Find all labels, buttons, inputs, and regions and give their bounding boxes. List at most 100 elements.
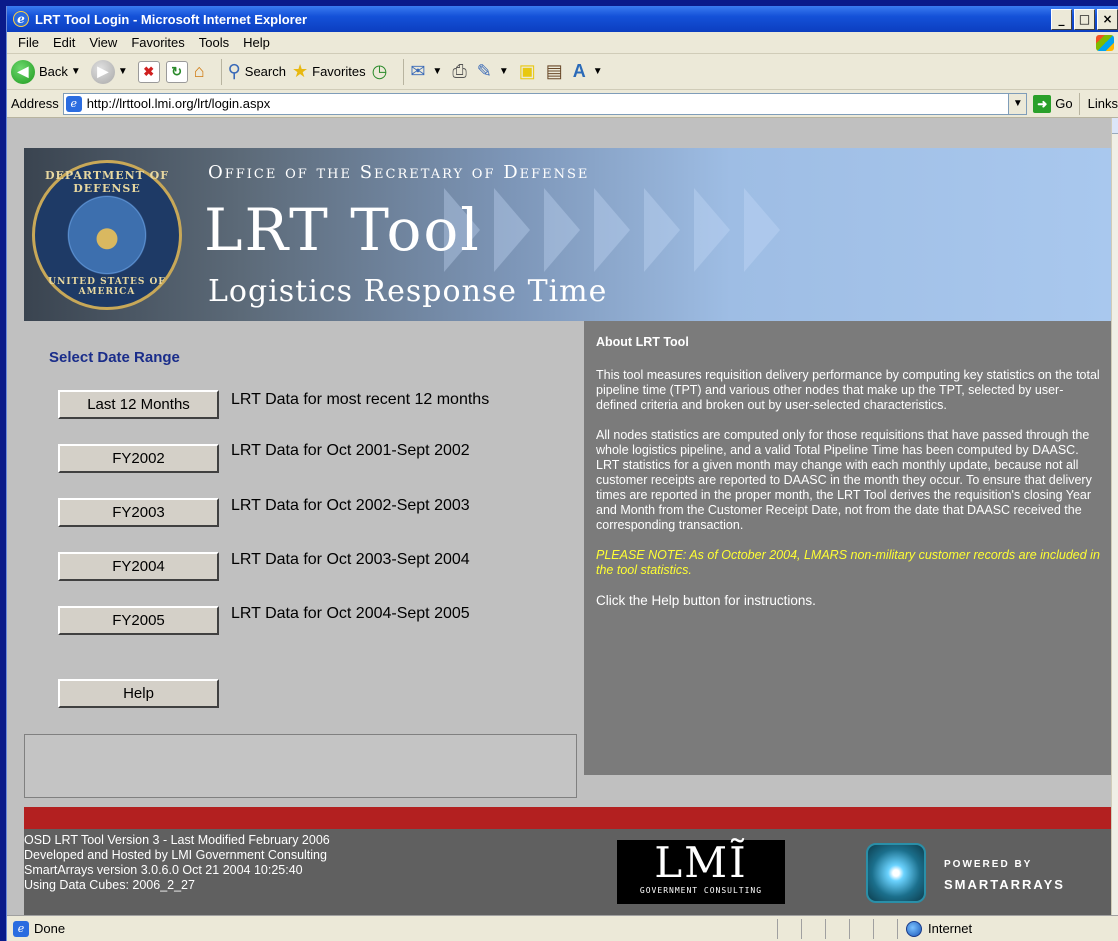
footer-hosted: Developed and Hosted by LMI Government C… <box>24 848 327 862</box>
banner-subtitle: Office of the Secretary of Defense <box>208 162 590 183</box>
mail-button[interactable]: ✉ ▼ <box>410 61 446 82</box>
font-button[interactable]: A ▼ <box>573 61 607 82</box>
font-dropdown-icon[interactable]: ▼ <box>593 66 603 77</box>
zone-label: Internet <box>928 921 973 936</box>
menu-edit[interactable]: Edit <box>46 35 82 50</box>
edit-icon: ✎ <box>476 61 492 81</box>
mail-icon: ✉ <box>410 61 426 81</box>
status-bar: e Done Internet <box>7 915 1118 941</box>
status-cell <box>777 918 801 939</box>
go-label: Go <box>1055 96 1073 111</box>
scroll-up-icon[interactable] <box>1112 118 1118 134</box>
eagle-emblem <box>69 197 145 273</box>
status-text: Done <box>34 921 66 936</box>
fy2004-button[interactable]: FY2004 <box>58 552 219 581</box>
menu-help[interactable]: Help <box>236 35 277 50</box>
chevron-decoration <box>594 188 630 272</box>
about-title: About LRT Tool <box>596 335 689 349</box>
address-label: Address <box>11 96 59 111</box>
window-title: LRT Tool Login - Microsoft Internet Expl… <box>35 11 308 27</box>
back-arrow-icon: ◀ <box>11 59 35 84</box>
lmi-logo-text: LMĨ <box>654 838 748 887</box>
address-input[interactable]: e http://lrttool.lmi.org/lrt/login.aspx … <box>62 92 1028 115</box>
footer: OSD LRT Tool Version 3 - Last Modified F… <box>24 829 1111 915</box>
research-icon: ▤ <box>545 61 563 81</box>
vertical-scrollbar[interactable] <box>1111 118 1118 915</box>
about-panel: About LRT Tool This tool measures requis… <box>584 321 1111 775</box>
status-cell <box>873 918 897 939</box>
footer-info: OSD LRT Tool Version 3 - Last Modified F… <box>24 833 330 893</box>
banner-tagline: Logistics Response Time <box>208 274 608 309</box>
print-button[interactable]: ⎙ <box>452 61 470 82</box>
edit-dropdown-icon[interactable]: ▼ <box>499 66 509 77</box>
fy2002-button[interactable]: FY2002 <box>58 444 219 473</box>
footer-data-cubes: Using Data Cubes: 2006_2_27 <box>24 878 195 892</box>
footer-version: OSD LRT Tool Version 3 - Last Modified F… <box>24 833 330 847</box>
fy2003-desc: LRT Data for Oct 2002-Sept 2003 <box>231 497 470 514</box>
fy2003-button[interactable]: FY2003 <box>58 498 219 527</box>
status-cell <box>825 918 849 939</box>
fy2004-desc: LRT Data for Oct 2003-Sept 2004 <box>231 551 470 568</box>
discuss-button[interactable]: ▣ <box>519 61 540 82</box>
edit-button[interactable]: ✎ ▼ <box>477 61 513 82</box>
address-dropdown-icon[interactable]: ▼ <box>1008 93 1027 114</box>
forward-dropdown-icon[interactable]: ▼ <box>118 66 128 77</box>
globe-icon <box>906 920 922 937</box>
research-button[interactable]: ▤ <box>546 61 567 82</box>
powered-by-text: POWERED BY <box>944 859 1033 870</box>
fy2002-desc: LRT Data for Oct 2001-Sept 2002 <box>231 442 470 459</box>
go-arrow-icon: ➜ <box>1033 94 1052 113</box>
about-help-line: Click the Help button for instructions. <box>596 593 816 608</box>
menu-tools[interactable]: Tools <box>192 35 236 50</box>
last-12-months-button[interactable]: Last 12 Months <box>58 390 219 419</box>
maximize-button[interactable]: □ <box>1074 8 1095 30</box>
about-paragraph-2: All nodes statistics are computed only f… <box>596 428 1092 532</box>
back-dropdown-icon[interactable]: ▼ <box>71 66 81 77</box>
refresh-button[interactable]: ↻ <box>165 60 188 83</box>
menu-file[interactable]: File <box>11 35 46 50</box>
page-icon: e <box>65 95 82 112</box>
menu-favorites[interactable]: Favorites <box>124 35 191 50</box>
fy2005-button[interactable]: FY2005 <box>58 606 219 635</box>
header-banner: DEPARTMENT OF DEFENSE UNITED STATES OF A… <box>24 148 1111 321</box>
back-label: Back <box>39 64 68 79</box>
help-button[interactable]: Help <box>58 679 219 708</box>
search-button[interactable]: ⚲ Search <box>228 61 286 82</box>
home-button[interactable]: ⌂ <box>194 61 209 82</box>
about-paragraph-1: This tool measures requisition delivery … <box>596 368 1100 412</box>
stop-button[interactable]: ✖ <box>137 60 160 83</box>
about-note: PLEASE NOTE: As of October 2004, LMARS n… <box>596 548 1100 577</box>
smartarrays-logo[interactable]: POWERED BY SMARTARRAYS <box>944 855 1065 895</box>
chevron-decoration <box>744 188 780 272</box>
forward-button[interactable]: ▶ ▼ <box>90 59 132 84</box>
forward-arrow-icon: ▶ <box>90 59 115 84</box>
favorites-label: Favorites <box>312 64 366 79</box>
mail-dropdown-icon[interactable]: ▼ <box>432 66 442 77</box>
refresh-icon: ↻ <box>165 60 188 83</box>
dod-seal-icon: DEPARTMENT OF DEFENSE UNITED STATES OF A… <box>32 160 182 310</box>
history-button[interactable]: ◷ <box>372 61 392 82</box>
status-cell <box>849 918 873 939</box>
browser-window: e LRT Tool Login - Microsoft Internet Ex… <box>6 6 1118 941</box>
menu-bar: File Edit View Favorites Tools Help <box>7 32 1118 54</box>
back-button[interactable]: ◀ Back ▼ <box>11 59 85 84</box>
window-controls: _ □ × <box>1049 8 1118 30</box>
go-button[interactable]: ➜ Go <box>1033 94 1073 113</box>
print-icon: ⎙ <box>452 61 467 81</box>
last-12-months-desc: LRT Data for most recent 12 months <box>231 391 490 408</box>
close-button[interactable]: × <box>1097 8 1118 30</box>
date-range-heading: Select Date Range <box>49 349 180 366</box>
lmi-logo[interactable]: LMĨ GOVERNMENT CONSULTING <box>617 840 785 904</box>
status-left: e Done <box>7 920 777 937</box>
minimize-button[interactable]: _ <box>1051 8 1072 30</box>
menu-view[interactable]: View <box>82 35 124 50</box>
address-url: http://lrttool.lmi.org/lrt/login.aspx <box>86 96 271 111</box>
address-bar: Address e http://lrttool.lmi.org/lrt/log… <box>7 90 1118 118</box>
search-icon: ⚲ <box>227 61 241 81</box>
seal-bottom-text: UNITED STATES OF AMERICA <box>48 277 166 297</box>
fy2005-desc: LRT Data for Oct 2004-Sept 2005 <box>231 605 470 622</box>
page-content: DEPARTMENT OF DEFENSE UNITED STATES OF A… <box>7 118 1111 915</box>
smartarrays-text: SMARTARRAYS <box>944 877 1065 892</box>
favorites-button[interactable]: ★ Favorites <box>292 61 366 82</box>
links-button[interactable]: Links <box>1078 92 1118 115</box>
